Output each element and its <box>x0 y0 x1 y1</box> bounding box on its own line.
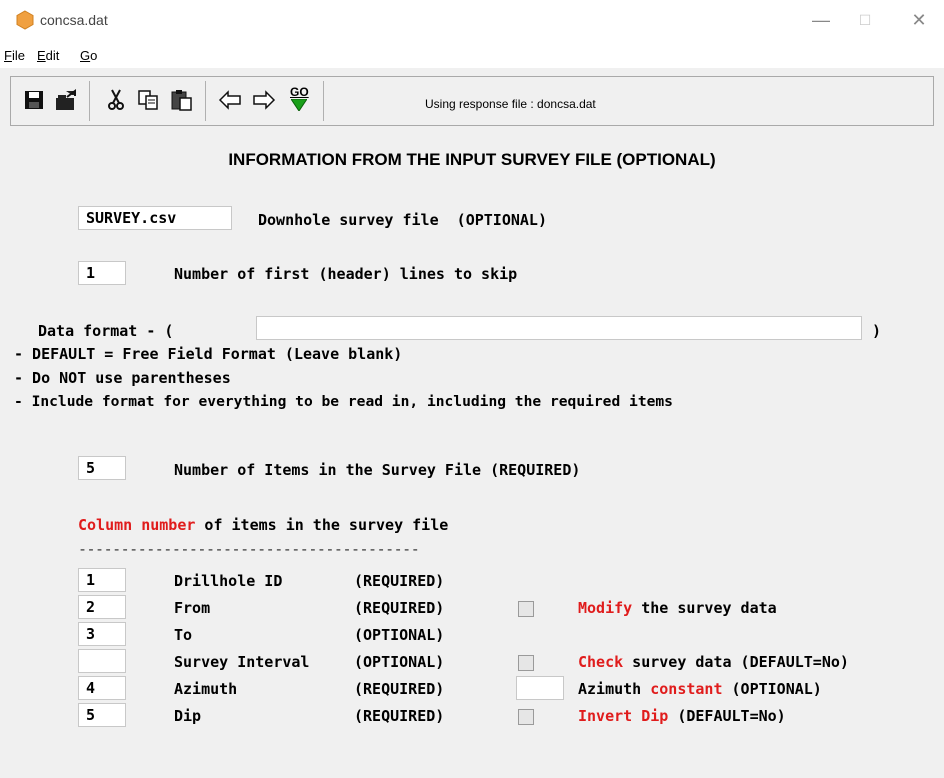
num-items-label: Number of Items in the Survey File (REQU… <box>174 461 581 479</box>
minimize-button[interactable]: — <box>806 8 836 32</box>
paste-icon[interactable] <box>169 87 195 113</box>
check-survey-label: Check survey data (DEFAULT=No) <box>578 653 849 671</box>
format-note-default: - DEFAULT = Free Field Format (Leave bla… <box>14 345 403 363</box>
toolbar: GO Using response file : doncsa.dat <box>10 76 934 126</box>
header-lines-label: Number of first (header) lines to skip <box>174 265 518 283</box>
drillhole-id-label: Drillhole ID <box>174 572 283 590</box>
azimuth-requirement: (REQUIRED) <box>354 680 445 698</box>
azimuth-column-input[interactable]: 4 <box>78 676 126 700</box>
format-note-include: - Include format for everything to be re… <box>14 393 673 410</box>
drillhole-id-column-input[interactable]: 1 <box>78 568 126 592</box>
to-column-input[interactable]: 3 <box>78 622 126 646</box>
menu-go-mnemonic: G <box>80 48 91 63</box>
page-title: INFORMATION FROM THE INPUT SURVEY FILE (… <box>228 150 716 169</box>
copy-icon[interactable] <box>135 87 161 113</box>
from-column-input[interactable]: 2 <box>78 595 126 619</box>
app-icon <box>16 10 34 30</box>
survey-interval-label: Survey Interval <box>174 653 310 671</box>
survey-interval-column-input[interactable] <box>78 649 126 673</box>
data-format-label: Data format - ( <box>38 322 174 340</box>
title-bar: concsa.dat — ☐ ✕ <box>0 0 944 44</box>
check-survey-checkbox[interactable] <box>518 655 534 671</box>
modify-survey-label-text: the survey data <box>632 599 777 617</box>
response-file-status: Using response file : doncsa.dat <box>425 97 596 111</box>
check-survey-label-highlight: Check <box>578 653 624 671</box>
toolbar-separator <box>205 81 206 121</box>
invert-dip-checkbox[interactable] <box>518 709 534 725</box>
modify-survey-label: Modify the survey data <box>578 599 777 617</box>
survey-interval-requirement: (OPTIONAL) <box>354 653 445 671</box>
menu-file-mnemonic: F <box>4 48 12 63</box>
dip-label: Dip <box>174 707 202 725</box>
modify-survey-checkbox[interactable] <box>518 601 534 617</box>
dip-requirement: (REQUIRED) <box>354 707 445 725</box>
column-number-label-highlight: Column number <box>78 516 196 534</box>
azimuth-constant-label-text: (OPTIONAL) <box>722 680 822 698</box>
to-requirement: (OPTIONAL) <box>354 626 445 644</box>
go-icon[interactable]: GO <box>285 85 315 113</box>
menu-go-label: o <box>90 48 98 63</box>
column-separator: ---------------------------------------- <box>78 540 420 558</box>
menu-file-label: ile <box>11 48 25 63</box>
menu-go[interactable]: Go <box>80 48 97 63</box>
dip-column-input[interactable]: 5 <box>78 703 126 727</box>
azimuth-constant-label: Azimuth constant (OPTIONAL) <box>578 680 822 698</box>
window-title: concsa.dat <box>40 12 108 28</box>
num-items-input[interactable]: 5 <box>78 456 126 480</box>
open-icon[interactable] <box>53 87 79 113</box>
toolbar-separator <box>323 81 324 121</box>
check-survey-label-text: survey data (DEFAULT=No) <box>623 653 849 671</box>
cut-icon[interactable] <box>103 87 129 113</box>
toolbar-separator <box>89 81 90 121</box>
from-requirement: (REQUIRED) <box>354 599 445 617</box>
invert-dip-label: Invert Dip (DEFAULT=No) <box>578 707 786 725</box>
drillhole-id-requirement: (REQUIRED) <box>354 572 445 590</box>
menu-edit-mnemonic: E <box>37 48 46 63</box>
menu-edit-label: dit <box>45 48 60 63</box>
data-format-close-paren: ) <box>872 322 882 340</box>
menu-bar: File Edit Go <box>0 44 944 68</box>
survey-file-input[interactable]: SURVEY.csv <box>78 206 232 230</box>
azimuth-label: Azimuth <box>174 680 238 698</box>
invert-dip-label-text: (DEFAULT=No) <box>668 707 786 725</box>
close-button[interactable]: ✕ <box>904 8 934 32</box>
azimuth-constant-input[interactable] <box>516 676 564 700</box>
go-icon-label: GO <box>290 85 309 99</box>
maximize-button[interactable]: ☐ <box>850 8 880 32</box>
survey-file-label: Downhole survey file (OPTIONAL) <box>258 211 547 229</box>
azimuth-constant-label-highlight: constant <box>650 680 723 698</box>
modify-survey-label-highlight: Modify <box>578 599 633 617</box>
to-label: To <box>174 626 193 644</box>
save-icon[interactable] <box>21 87 47 113</box>
azimuth-constant-label-pre: Azimuth <box>578 680 651 698</box>
header-lines-input[interactable]: 1 <box>78 261 126 285</box>
back-arrow-icon[interactable] <box>217 87 243 113</box>
column-number-label-text: of items in the survey file <box>195 516 449 534</box>
forward-arrow-icon[interactable] <box>251 87 277 113</box>
invert-dip-label-highlight: Invert Dip <box>578 707 669 725</box>
menu-edit[interactable]: Edit <box>37 48 59 63</box>
menu-file[interactable]: File <box>4 48 25 63</box>
from-label: From <box>174 599 211 617</box>
format-note-parentheses: - Do NOT use parentheses <box>14 369 231 387</box>
column-number-label: Column number of items in the survey fil… <box>78 516 448 534</box>
data-format-input[interactable] <box>256 316 862 340</box>
